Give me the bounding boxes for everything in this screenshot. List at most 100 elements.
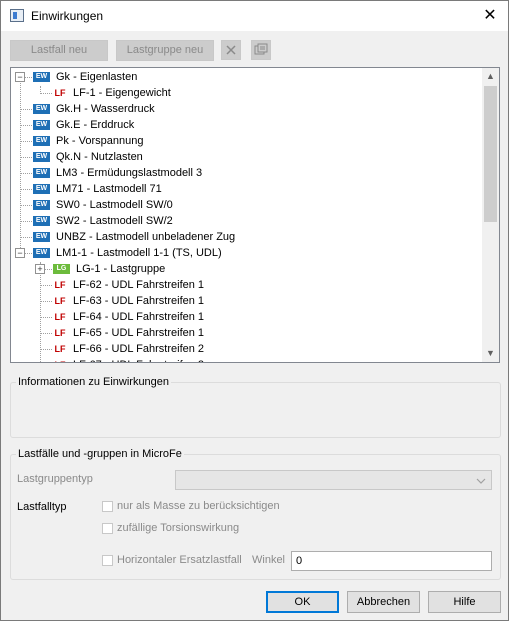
lf-type-icon: LF <box>54 328 66 339</box>
tree-guide-line <box>20 80 21 256</box>
action-tree[interactable]: ▲ ▼ − EW Gk - Eigenlasten LF LF-1 - Eigengew… <box>10 67 500 363</box>
tree-guide-line <box>21 205 32 206</box>
tree-item[interactable]: LG LG-1 - Lastgruppe <box>53 261 165 277</box>
tree-item[interactable]: LF LF-63 - UDL Fahrstreifen 1 <box>53 293 205 309</box>
tree-guide-line <box>40 262 41 362</box>
tree-item-label: LM1-1 - Lastmodell 1-1 (TS, UDL) <box>56 247 222 259</box>
properties-button[interactable] <box>251 40 271 60</box>
tree-guide-line <box>21 173 32 174</box>
tree-item-label: LF-63 - UDL Fahrstreifen 1 <box>73 295 205 307</box>
tree-guide-line <box>21 237 32 238</box>
ew-type-icon: EW <box>33 248 50 259</box>
lf-type-icon: LF <box>54 88 66 99</box>
collapse-icon[interactable]: − <box>15 72 25 82</box>
mass-only-checkbox[interactable] <box>102 501 113 512</box>
loadcase-type-label: Lastfalltyp <box>17 501 67 513</box>
torsion-checkbox[interactable] <box>102 523 113 534</box>
tree-item-label: SW2 - Lastmodell SW/2 <box>56 215 173 227</box>
info-group-title: Informationen zu Einwirkungen <box>16 376 172 388</box>
tree-guide-line <box>21 221 32 222</box>
ew-type-icon: EW <box>33 136 50 147</box>
ew-type-icon: EW <box>33 232 50 243</box>
tree-item-label: Gk - Eigenlasten <box>56 71 138 83</box>
ew-type-icon: EW <box>33 120 50 131</box>
lf-type-icon: LF <box>54 312 66 323</box>
tree-item[interactable]: EW Gk - Eigenlasten <box>33 69 137 85</box>
tree-item[interactable]: LF LF-62 - UDL Fahrstreifen 1 <box>53 277 205 293</box>
title-bar: Einwirkungen ✕ <box>1 1 508 31</box>
chevron-down-icon <box>476 478 486 484</box>
tree-guide-line <box>41 349 52 350</box>
scroll-down-icon[interactable]: ▼ <box>482 345 499 362</box>
tree-item[interactable]: EW SW2 - Lastmodell SW/2 <box>33 213 173 229</box>
tree-item[interactable]: EW LM1-1 - Lastmodell 1-1 (TS, UDL) <box>33 245 222 261</box>
tree-item-label: Qk.N - Nutzlasten <box>56 151 143 163</box>
lf-type-icon: LF <box>54 280 66 291</box>
tree-item[interactable]: LF LF-64 - UDL Fahrstreifen 1 <box>53 309 205 325</box>
collapse-icon[interactable]: − <box>15 248 25 258</box>
tree-item[interactable]: LF LF-67 - UDL Fahrstreifen 2 <box>53 357 205 362</box>
tree-item[interactable]: EW Gk.H - Wasserdruck <box>33 101 155 117</box>
tree-item[interactable]: EW LM71 - Lastmodell 71 <box>33 181 162 197</box>
tree-item-label: UNBZ - Lastmodell unbeladener Zug <box>56 231 236 243</box>
new-loadcase-button[interactable]: Lastfall neu <box>10 40 108 61</box>
scroll-up-icon[interactable]: ▲ <box>482 68 499 85</box>
tree-item-label: LF-1 - Eigengewicht <box>73 87 171 99</box>
lf-type-icon: LF <box>53 360 67 362</box>
ew-type-icon: EW <box>33 200 50 211</box>
mass-only-label: nur als Masse zu berücksichtigen <box>117 500 280 512</box>
delete-button[interactable] <box>221 40 241 60</box>
tree-item[interactable]: EW Gk.E - Erddruck <box>33 117 134 133</box>
dialog-window: Einwirkungen ✕ Lastfall neu Lastgruppe n… <box>0 0 509 621</box>
tree-item-label: LM3 - Ermüdungslastmodell 3 <box>56 167 203 179</box>
app-icon <box>10 9 24 22</box>
angle-label: Winkel <box>252 554 286 566</box>
close-icon[interactable]: ✕ <box>472 1 508 31</box>
loadgroup-type-select[interactable] <box>175 470 492 490</box>
horizontal-label: Horizontaler Ersatzlastfall <box>117 554 242 566</box>
lg-type-icon: LG <box>53 264 70 275</box>
tree-item[interactable]: LF LF-65 - UDL Fahrstreifen 1 <box>53 325 205 341</box>
tree-item-label: Gk.E - Erddruck <box>56 119 135 131</box>
tree-guide-line <box>21 109 32 110</box>
scroll-thumb[interactable] <box>484 86 497 222</box>
tree-guide-line <box>41 93 52 94</box>
expand-icon[interactable]: + <box>35 264 45 274</box>
tree-item[interactable]: EW LM3 - Ermüdungslastmodell 3 <box>33 165 202 181</box>
tree-item[interactable]: EW UNBZ - Lastmodell unbeladener Zug <box>33 229 235 245</box>
tree-item[interactable]: EW SW0 - Lastmodell SW/0 <box>33 197 173 213</box>
tree-guide-line <box>41 333 52 334</box>
properties-icon <box>254 43 268 55</box>
ew-type-icon: EW <box>33 184 50 195</box>
new-loadgroup-button[interactable]: Lastgruppe neu <box>116 40 214 61</box>
ew-type-icon: EW <box>33 168 50 179</box>
ew-type-icon: EW <box>33 72 50 83</box>
tree-item-label: LF-67 - UDL Fahrstreifen 2 <box>73 359 204 362</box>
tree-item[interactable]: LF LF-1 - Eigengewicht <box>53 85 171 101</box>
tree-item-label: Pk - Vorspannung <box>56 135 144 147</box>
tree-item[interactable]: EW Qk.N - Nutzlasten <box>33 149 143 165</box>
angle-input[interactable]: 0 <box>291 551 492 571</box>
loadgroup-type-label: Lastgruppentyp <box>17 473 93 485</box>
dialog-title: Einwirkungen <box>31 9 104 23</box>
horizontal-checkbox[interactable] <box>102 555 113 566</box>
tree-scrollbar[interactable]: ▲ ▼ <box>482 68 499 362</box>
torsion-label: zufällige Torsionswirkung <box>117 522 240 534</box>
lf-type-icon: LF <box>54 344 66 355</box>
tree-guide-line <box>21 125 32 126</box>
tree-item-label: LF-62 - UDL Fahrstreifen 1 <box>73 279 205 291</box>
tree-item-label: Gk.H - Wasserdruck <box>56 103 155 115</box>
tree-item-label: LF-64 - UDL Fahrstreifen 1 <box>73 311 205 323</box>
ok-button[interactable]: OK <box>266 591 339 613</box>
cancel-button[interactable]: Abbrechen <box>347 591 420 613</box>
tree-item-label: SW0 - Lastmodell SW/0 <box>56 199 173 211</box>
tree-guide-line <box>21 157 32 158</box>
tree-item[interactable]: LF LF-66 - UDL Fahrstreifen 2 <box>53 341 205 357</box>
tree-item-label: LM71 - Lastmodell 71 <box>56 183 162 195</box>
microfe-group-title: Lastfälle und -gruppen in MicroFe <box>16 448 184 460</box>
help-button[interactable]: Hilfe <box>428 591 501 613</box>
ew-type-icon: EW <box>33 104 50 115</box>
tree-guide-line <box>21 141 32 142</box>
tree-item[interactable]: EW Pk - Vorspannung <box>33 133 143 149</box>
tree-guide-line <box>41 317 52 318</box>
